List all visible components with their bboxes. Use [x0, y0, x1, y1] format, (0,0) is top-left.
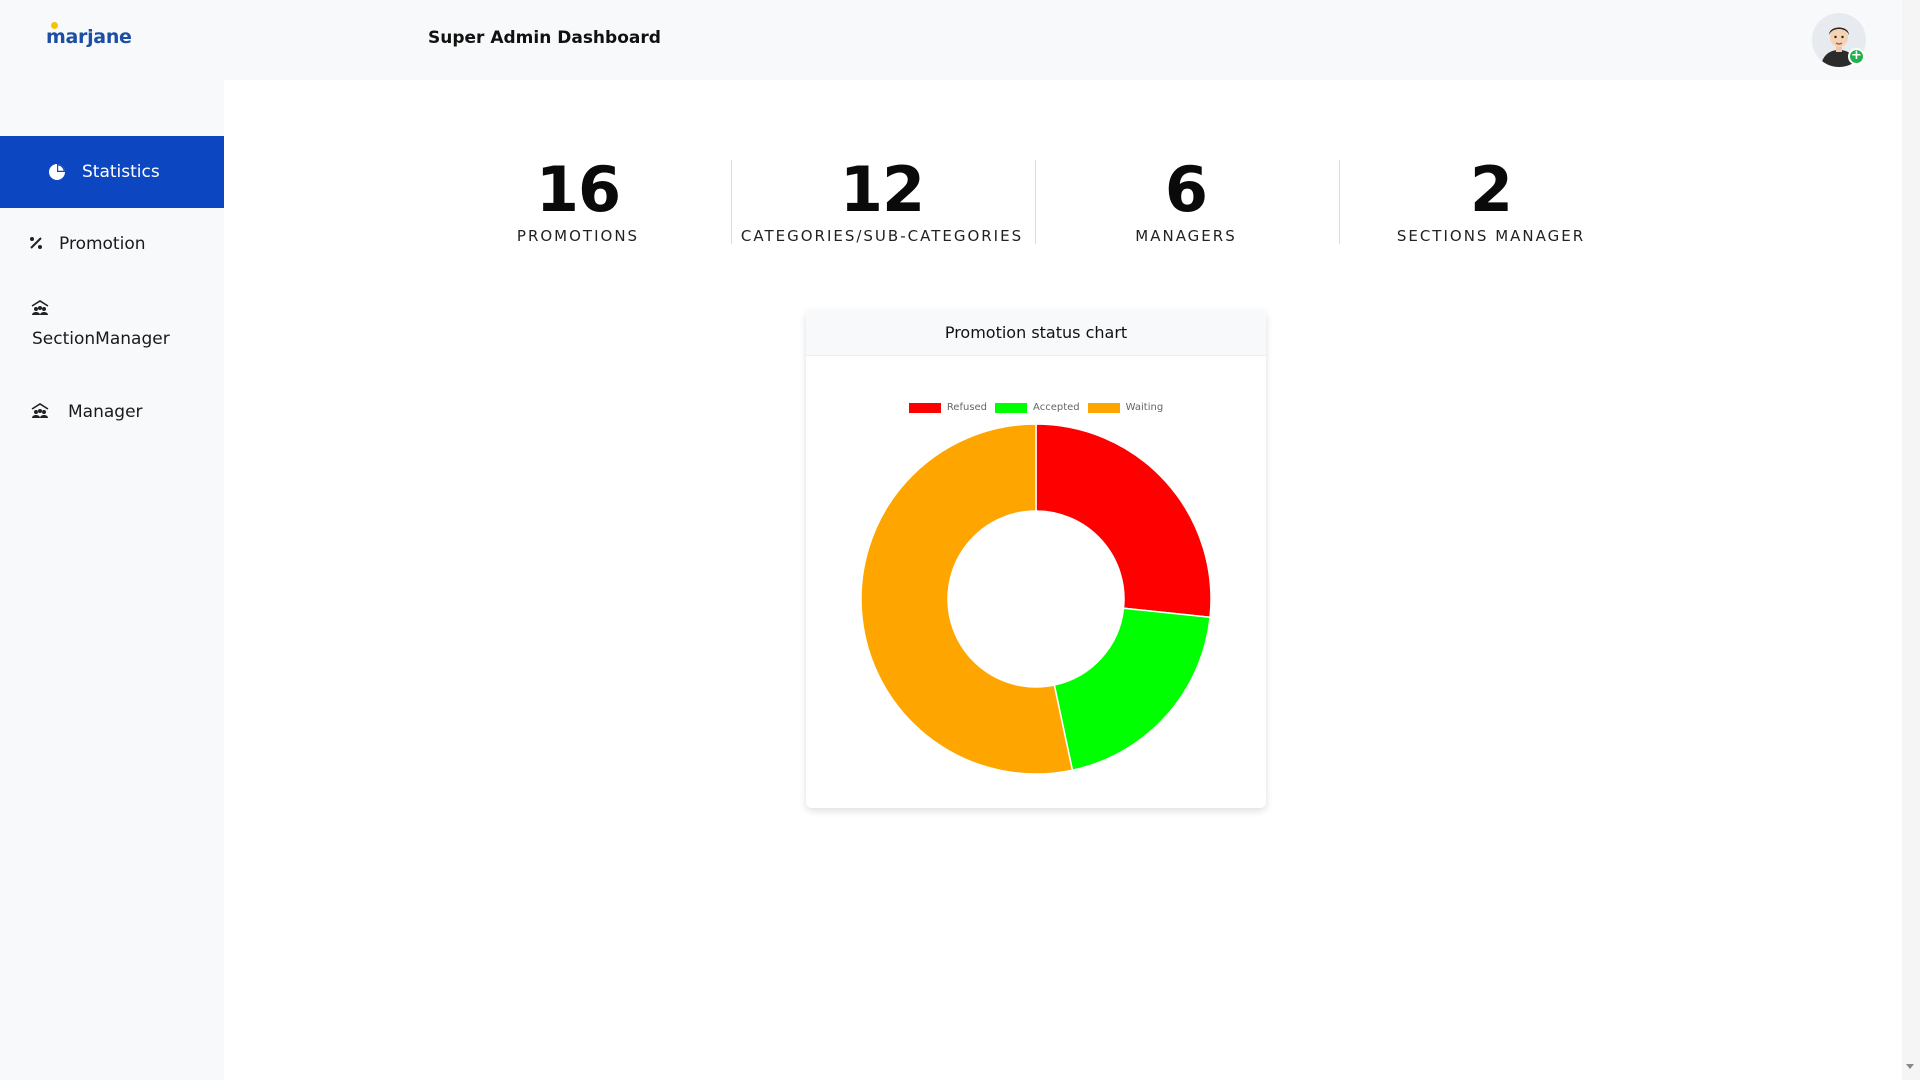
stat-promotions: 16 PROMOTIONS — [478, 153, 678, 246]
stat-divider — [731, 160, 732, 244]
stat-label: PROMOTIONS — [516, 227, 640, 245]
stat-label: MANAGERS — [1135, 227, 1237, 245]
sidebar-item-label: SectionManager — [32, 329, 170, 349]
brand-logo[interactable]: marjane — [46, 22, 132, 48]
logo-dot-icon — [51, 22, 58, 29]
sidebar: Statistics Promotion SectionManager Mana… — [0, 80, 224, 1080]
stat-value: 2 — [1469, 153, 1513, 226]
stat-value: 12 — [839, 153, 925, 226]
add-account-icon[interactable]: + — [1848, 48, 1865, 65]
stat-divider — [1035, 160, 1036, 244]
stat-value: 16 — [535, 153, 621, 226]
sidebar-item-manager[interactable]: Manager — [0, 388, 224, 448]
sidebar-item-label: Manager — [68, 402, 143, 422]
app-root: marjane Super Admin Dashboard + Statisti… — [0, 0, 1920, 1080]
stat-label: SECTIONS MANAGER — [1396, 227, 1586, 245]
vertical-scrollbar[interactable] — [1902, 0, 1920, 1080]
sidebar-item-label: Promotion — [59, 234, 146, 254]
stat-value: 6 — [1164, 153, 1208, 226]
donut-chart — [860, 423, 1212, 775]
stat-sections-manager: 2 SECTIONS MANAGER — [1371, 153, 1611, 246]
sidebar-item-sectionmanager[interactable]: SectionManager — [0, 290, 224, 370]
stat-managers: 6 MANAGERS — [1086, 153, 1286, 246]
donut-slice-accepted[interactable] — [1053, 607, 1211, 772]
scroll-down-icon[interactable] — [1906, 1064, 1914, 1069]
top-header: marjane Super Admin Dashboard + — [0, 0, 1902, 80]
sidebar-item-promotion[interactable]: Promotion — [0, 220, 224, 280]
percent-icon — [30, 237, 42, 249]
promotion-status-card: Promotion status chart Refused Accepted Wa… — [806, 310, 1266, 808]
donut-slice-refused[interactable] — [1035, 423, 1212, 619]
users-icon — [31, 403, 49, 418]
sidebar-item-label: Statistics — [82, 162, 160, 182]
stat-divider — [1339, 160, 1340, 244]
stat-categories: 12 CATEGORIES/SUB-CATEGORIES — [735, 153, 1029, 246]
pie-chart-icon — [49, 164, 65, 180]
sidebar-item-statistics[interactable]: Statistics — [0, 136, 224, 208]
users-icon — [31, 300, 49, 315]
stat-label: CATEGORIES/SUB-CATEGORIES — [740, 227, 1024, 245]
logo-text: marjane — [46, 26, 132, 48]
page-title: Super Admin Dashboard — [428, 28, 661, 48]
